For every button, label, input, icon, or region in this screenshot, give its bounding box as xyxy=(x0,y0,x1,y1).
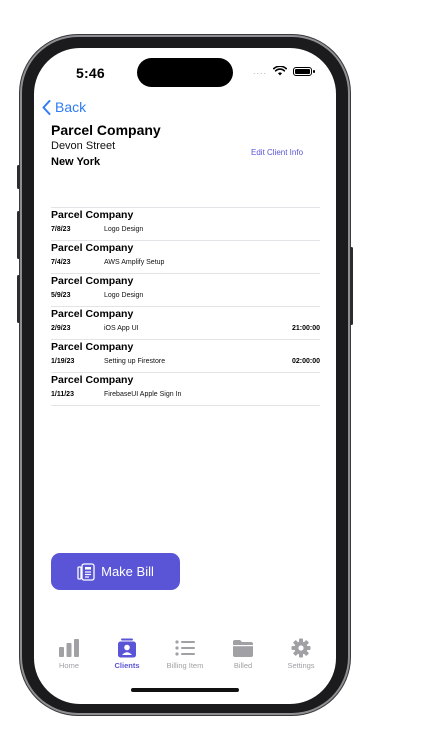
tab-label: Clients xyxy=(114,661,140,670)
dynamic-island xyxy=(137,58,233,87)
billing-item-date: 1/11/23 xyxy=(51,391,74,398)
billing-item-description: Setting up Firestore xyxy=(104,358,166,365)
tab-label: Billed xyxy=(233,661,253,670)
billing-item-date: 7/4/23 xyxy=(51,259,71,266)
tab-clients[interactable]: Clients xyxy=(102,638,152,678)
billing-item-client: Parcel Company xyxy=(51,209,134,221)
billing-items-list: Parcel Company 7/8/23 Logo Design Parcel… xyxy=(51,207,320,406)
billing-item-duration: 02:00:00 xyxy=(291,358,320,365)
chevron-left-icon xyxy=(42,99,51,115)
tab-settings[interactable]: Settings xyxy=(276,638,326,678)
person-card-icon xyxy=(118,638,136,658)
billing-item-description: Logo Design xyxy=(104,226,144,233)
billing-item-date: 7/8/23 xyxy=(51,226,71,233)
billing-item-row[interactable]: Parcel Company 7/8/23 Logo Design xyxy=(51,208,320,241)
list-icon xyxy=(175,640,195,656)
tab-bar: Home Clients Billing Item Billed Setting… xyxy=(34,638,336,678)
back-label: Back xyxy=(55,99,87,115)
invoice-icon xyxy=(77,562,95,581)
billing-item-client: Parcel Company xyxy=(51,374,134,386)
billing-item-row[interactable]: Parcel Company 2/9/23 iOS App UI 21:00:0… xyxy=(51,307,320,340)
client-street: Devon Street xyxy=(51,140,116,152)
status-time: 5:46 xyxy=(76,65,105,81)
billing-item-row[interactable]: Parcel Company 1/11/23 FirebaseUI Apple … xyxy=(51,373,320,406)
edit-client-info-link[interactable]: Edit Client Info xyxy=(251,148,303,157)
chart-bar-icon xyxy=(59,639,79,657)
make-bill-button[interactable]: Make Bill xyxy=(51,553,180,590)
volume-up-button xyxy=(17,211,20,259)
volume-down-button xyxy=(17,275,20,323)
billing-item-description: FirebaseUI Apple Sign In xyxy=(104,391,182,398)
make-bill-label: Make Bill xyxy=(101,564,154,579)
billing-item-client: Parcel Company xyxy=(51,341,134,353)
billing-item-client: Parcel Company xyxy=(51,275,134,287)
billing-item-description: Logo Design xyxy=(104,292,144,299)
wifi-icon xyxy=(273,66,287,76)
client-city: New York xyxy=(51,156,101,168)
tab-label: Billing Item xyxy=(166,661,204,670)
billing-item-row[interactable]: Parcel Company 5/9/23 Logo Design xyxy=(51,274,320,307)
gear-icon xyxy=(291,638,311,658)
tab-label: Home xyxy=(58,661,79,670)
billing-item-client: Parcel Company xyxy=(51,308,134,320)
billing-item-row[interactable]: Parcel Company 1/19/23 Setting up Firest… xyxy=(51,340,320,373)
signal-dots: .... xyxy=(252,66,267,76)
tab-label: Settings xyxy=(287,661,315,670)
billing-item-description: iOS App UI xyxy=(104,325,139,332)
billing-item-date: 2/9/23 xyxy=(51,325,71,332)
billing-item-description: AWS Amplify Setup xyxy=(104,259,165,266)
billing-item-date: 1/19/23 xyxy=(51,358,75,365)
billing-item-client: Parcel Company xyxy=(51,242,134,254)
tab-billing-item[interactable]: Billing Item xyxy=(160,638,210,678)
battery-icon xyxy=(293,66,315,76)
client-name: Parcel Company xyxy=(51,122,161,138)
back-button[interactable]: Back xyxy=(42,99,86,115)
billing-item-date: 5/9/23 xyxy=(51,292,71,299)
home-indicator[interactable] xyxy=(131,688,239,692)
folder-icon xyxy=(233,640,253,657)
mute-switch xyxy=(17,165,20,189)
billing-item-duration: 21:00:00 xyxy=(291,325,320,332)
side-button xyxy=(350,247,353,325)
tab-billed[interactable]: Billed xyxy=(218,638,268,678)
tab-home[interactable]: Home xyxy=(44,638,94,678)
status-indicators: .... xyxy=(252,66,315,76)
billing-item-row[interactable]: Parcel Company 7/4/23 AWS Amplify Setup xyxy=(51,241,320,274)
app-screen: 5:46 .... Back Parcel Company Devon Stre… xyxy=(34,48,336,704)
